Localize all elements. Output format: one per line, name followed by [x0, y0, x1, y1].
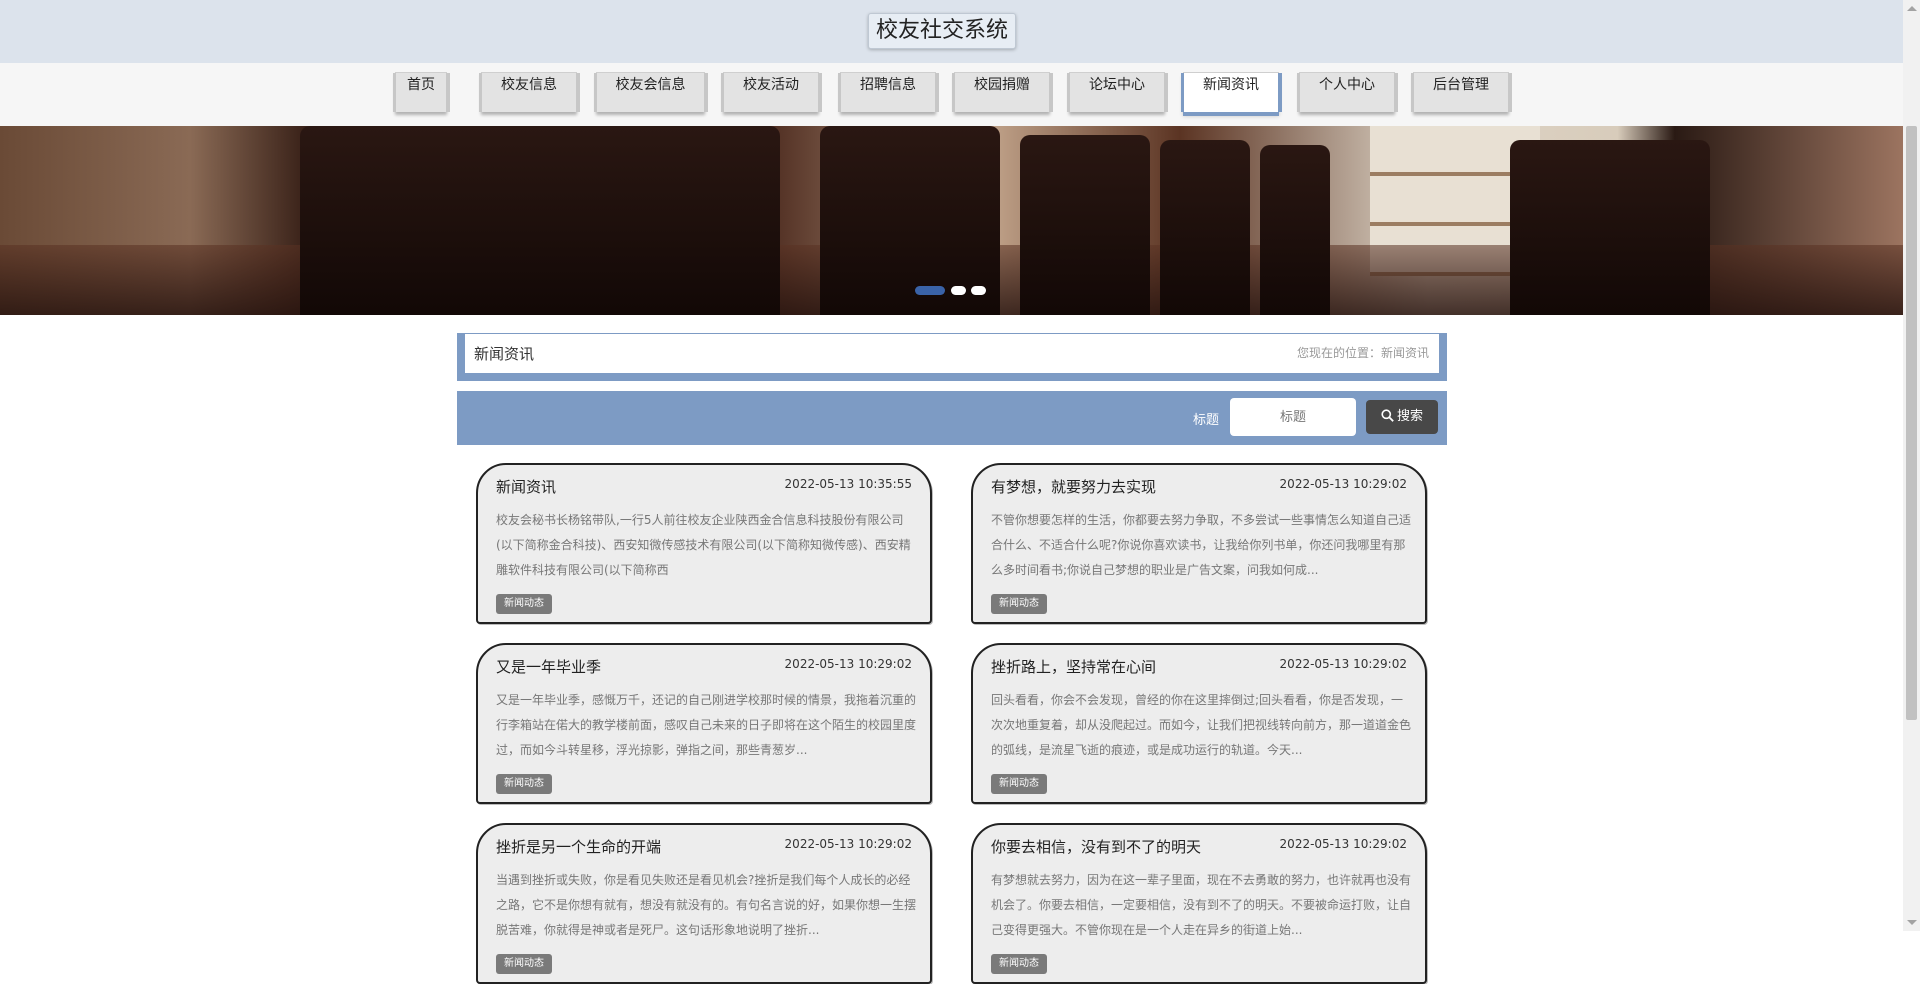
carousel-dot-1[interactable]	[915, 286, 945, 295]
nav-label: 后台管理	[1433, 77, 1489, 93]
banner-chair	[1160, 140, 1250, 315]
news-date: 2022-05-13 10:29:02	[1279, 477, 1407, 491]
nav-campus-donation[interactable]: 校园捐赠	[952, 72, 1053, 112]
news-date: 2022-05-13 10:29:02	[1279, 657, 1407, 671]
nav-label: 校友活动	[743, 77, 799, 93]
news-summary: 回头看看，你会不会发现，曾经的你在这里摔倒过;回头看看，你是否发现，一次次地重复…	[991, 693, 1411, 757]
nav-alumni-association[interactable]: 校友会信息	[594, 72, 708, 112]
news-category-tag: 新闻动态	[496, 594, 552, 614]
nav-label: 首页	[407, 77, 435, 93]
banner-chair	[1510, 140, 1710, 315]
news-title: 你要去相信，没有到不了的明天	[991, 838, 1202, 856]
search-button[interactable]: 搜索	[1366, 400, 1438, 434]
nav-forum[interactable]: 论坛中心	[1067, 72, 1168, 112]
nav-label: 个人中心	[1319, 77, 1375, 93]
news-card[interactable]: 又是一年毕业季 2022-05-13 10:29:02 又是一年毕业季，感慨万千…	[476, 643, 932, 804]
nav-alumni-info[interactable]: 校友信息	[479, 72, 580, 112]
nav-label: 招聘信息	[860, 77, 916, 93]
nav-news[interactable]: 新闻资讯	[1181, 72, 1282, 112]
nav-label: 论坛中心	[1089, 77, 1145, 93]
news-category-tag: 新闻动态	[496, 774, 552, 794]
news-summary: 不管你想要怎样的生活，你都要去努力争取，不多尝试一些事情怎么知道自己适合什么、不…	[991, 513, 1411, 577]
news-category-tag: 新闻动态	[991, 774, 1047, 794]
news-title: 挫折路上，坚持常在心间	[991, 658, 1157, 676]
search-input[interactable]	[1230, 398, 1356, 436]
top-header: 校友社交系统	[0, 0, 1903, 63]
scroll-down-arrow-icon[interactable]	[1907, 920, 1917, 925]
news-card[interactable]: 挫折是另一个生命的开端 2022-05-13 10:29:02 当遇到挫折或失败…	[476, 823, 932, 984]
nav-recruitment[interactable]: 招聘信息	[838, 72, 939, 112]
nav-home[interactable]: 首页	[393, 72, 450, 112]
nav-label: 校园捐赠	[974, 77, 1030, 93]
scrollbar-thumb[interactable]	[1906, 126, 1917, 720]
news-card[interactable]: 你要去相信，没有到不了的明天 2022-05-13 10:29:02 有梦想就去…	[971, 823, 1427, 984]
carousel-dot-2[interactable]	[951, 286, 966, 295]
news-date: 2022-05-13 10:29:02	[784, 837, 912, 851]
page-scrollbar[interactable]	[1903, 0, 1920, 931]
breadcrumb: 新闻资讯 您现在的位置：新闻资讯	[457, 333, 1447, 381]
news-category-tag: 新闻动态	[991, 594, 1047, 614]
banner-chair	[1020, 135, 1150, 315]
news-title: 有梦想，就要努力去实现	[991, 478, 1157, 496]
news-date: 2022-05-13 10:35:55	[784, 477, 912, 491]
news-card[interactable]: 有梦想，就要努力去实现 2022-05-13 10:29:02 不管你想要怎样的…	[971, 463, 1427, 624]
nav-admin[interactable]: 后台管理	[1411, 72, 1512, 112]
news-summary: 当遇到挫折或失败，你是看见失败还是看见机会?挫折是我们每个人成长的必经之路，它不…	[496, 873, 916, 937]
banner-chair	[300, 126, 780, 315]
news-title: 新闻资讯	[496, 478, 557, 496]
nav-personal-center[interactable]: 个人中心	[1297, 72, 1398, 112]
search-icon	[1381, 409, 1394, 422]
site-title: 校友社交系统	[868, 13, 1016, 49]
carousel-dot-3[interactable]	[971, 286, 986, 295]
banner-chair	[1260, 145, 1330, 315]
news-title: 又是一年毕业季	[496, 658, 602, 676]
search-bar: 标题 搜索	[457, 391, 1447, 445]
main-nav: 首页 校友信息 校友会信息 校友活动 招聘信息 校园捐赠 论坛中心 新闻资讯 个…	[0, 63, 1903, 126]
news-summary: 有梦想就去努力，因为在这一辈子里面，现在不去勇敢的努力，也许就再也没有机会了。你…	[991, 873, 1411, 937]
news-category-tag: 新闻动态	[496, 954, 552, 974]
nav-alumni-activities[interactable]: 校友活动	[721, 72, 822, 112]
section-title: 新闻资讯	[474, 345, 535, 363]
news-card[interactable]: 新闻资讯 2022-05-13 10:35:55 校友会秘书长杨铭带队,一行5人…	[476, 463, 932, 624]
search-button-label: 搜索	[1396, 409, 1423, 424]
news-card[interactable]: 挫折路上，坚持常在心间 2022-05-13 10:29:02 回头看看，你会不…	[971, 643, 1427, 804]
news-summary: 校友会秘书长杨铭带队,一行5人前往校友企业陕西金合信息科技股份有限公司(以下简称…	[496, 513, 911, 577]
news-category-tag: 新闻动态	[991, 954, 1047, 974]
news-title: 挫折是另一个生命的开端	[496, 838, 662, 856]
current-location: 您现在的位置：新闻资讯	[1296, 346, 1429, 360]
news-summary: 又是一年毕业季，感慨万千，还记的自己刚进学校那时候的情景，我拖着沉重的行李箱站在…	[496, 693, 916, 757]
nav-label: 校友信息	[501, 77, 557, 93]
search-label: 标题	[1193, 413, 1220, 428]
news-date: 2022-05-13 10:29:02	[784, 657, 912, 671]
news-date: 2022-05-13 10:29:02	[1279, 837, 1407, 851]
nav-label: 校友会信息	[615, 77, 686, 93]
scroll-up-arrow-icon[interactable]	[1907, 6, 1917, 11]
nav-label: 新闻资讯	[1203, 77, 1259, 93]
